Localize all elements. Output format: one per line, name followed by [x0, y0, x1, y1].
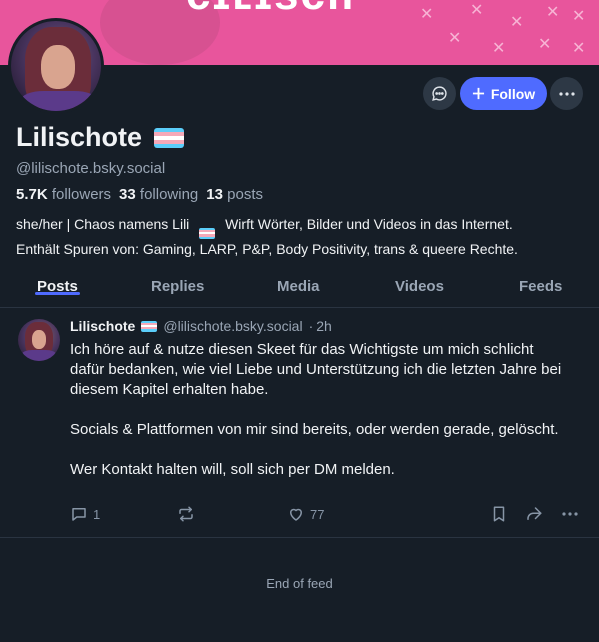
banner-graphic-text: ᴄɪʟɪsᴄʜ: [186, 0, 356, 20]
post-paragraph: Socials & Plattformen von mir sind berei…: [70, 421, 559, 438]
ellipsis-icon: [558, 91, 575, 96]
post-actions: 1 77: [0, 505, 599, 527]
post-more-button[interactable]: [562, 512, 578, 516]
ellipsis-icon: [562, 512, 578, 516]
follow-button[interactable]: Follow: [460, 77, 547, 110]
posts-count: 13: [206, 186, 223, 203]
post-author-handle[interactable]: @lilischote.bsky.social: [163, 318, 302, 334]
following-label: following: [139, 186, 199, 203]
banner-decoration: ✕: [420, 4, 434, 23]
following-count: 33: [119, 186, 136, 203]
banner-decoration: ✕: [492, 38, 506, 57]
more-options-button[interactable]: [550, 77, 583, 110]
profile-tabs: Posts Replies Media Videos Feeds: [0, 268, 599, 308]
banner-decoration: ✕: [448, 28, 462, 47]
post-avatar[interactable]: [18, 319, 60, 361]
chat-bubble-icon: [432, 86, 447, 101]
profile-bio: she/her | Chaos namens Lili Wirft Wörter…: [16, 214, 586, 259]
reply-button[interactable]: 1: [70, 505, 100, 523]
feed-post[interactable]: Lilischote @lilischote.bsky.social · 2h …: [0, 309, 599, 538]
followers-link[interactable]: 5.7K followers: [16, 186, 111, 203]
following-link[interactable]: 33 following: [119, 186, 198, 203]
plus-icon: [472, 87, 484, 100]
trans-flag-icon: [199, 227, 216, 239]
banner-decoration: ✕: [572, 38, 586, 57]
post-separator: ·: [308, 318, 314, 334]
heart-icon: [290, 508, 302, 521]
bookmark-icon: [493, 506, 505, 522]
repost-button[interactable]: [177, 505, 195, 523]
like-button[interactable]: 77: [287, 505, 324, 523]
like-count: 77: [310, 506, 325, 522]
profile-name-row: Lilischote: [16, 122, 185, 153]
bio-line-1-rest: Wirft Wörter, Bilder und Videos in das I…: [225, 216, 513, 232]
post-body: Ich höre auf & nutze diesen Skeet für da…: [70, 340, 570, 500]
post-header: Lilischote @lilischote.bsky.social · 2h: [70, 318, 332, 334]
bio-line-2: Enthält Spuren von: Gaming, LARP, P&P, B…: [16, 240, 518, 257]
post-paragraph: Wer Kontakt halten will, soll sich per D…: [70, 461, 395, 478]
posts-stat: 13 posts: [206, 186, 263, 203]
share-button[interactable]: [525, 505, 543, 523]
trans-flag-icon: [141, 320, 158, 332]
post-paragraph: Ich höre auf & nutze diesen Skeet für da…: [70, 341, 562, 398]
banner-decoration: ✕: [538, 34, 552, 53]
banner-decoration: ✕: [572, 6, 586, 25]
reply-icon: [72, 508, 86, 521]
message-button[interactable]: [423, 77, 456, 110]
banner-decoration: ✕: [546, 2, 560, 21]
banner-decoration: ✕: [470, 0, 484, 19]
tab-posts[interactable]: Posts: [35, 268, 80, 295]
tab-replies[interactable]: Replies: [151, 268, 204, 295]
end-of-feed-label: End of feed: [266, 576, 333, 591]
bookmark-button[interactable]: [490, 505, 508, 523]
reply-count: 1: [93, 506, 101, 522]
share-icon: [527, 507, 542, 520]
profile-handle: @lilischote.bsky.social: [16, 160, 166, 177]
posts-label: posts: [227, 186, 263, 203]
followers-label: followers: [51, 186, 112, 203]
bio-line-1: she/her | Chaos namens Lili: [16, 216, 190, 232]
follow-button-label: Follow: [490, 85, 536, 102]
repost-icon: [179, 506, 193, 522]
tab-videos[interactable]: Videos: [395, 268, 444, 295]
tab-feeds[interactable]: Feeds: [519, 268, 562, 295]
followers-count: 5.7K: [16, 186, 48, 203]
tab-media[interactable]: Media: [277, 268, 320, 295]
trans-flag-icon: [154, 127, 185, 148]
profile-stats: 5.7K followers 33 following 13 posts: [16, 186, 263, 203]
post-author-name[interactable]: Lilischote: [70, 318, 135, 334]
display-name: Lilischote: [16, 122, 143, 152]
profile-avatar[interactable]: [8, 18, 104, 114]
banner-decoration: ✕: [510, 12, 524, 31]
post-timestamp[interactable]: 2h: [316, 318, 332, 334]
